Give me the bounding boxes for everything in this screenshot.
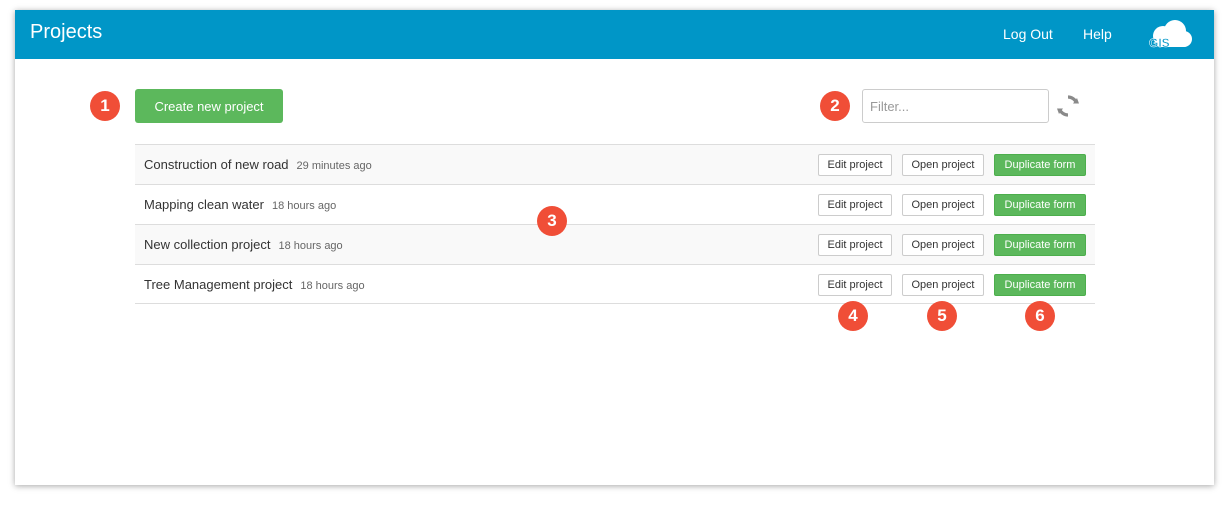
- duplicate-form-button[interactable]: Duplicate form: [994, 234, 1086, 256]
- open-project-button[interactable]: Open project: [902, 274, 984, 296]
- logout-link[interactable]: Log Out: [1003, 26, 1053, 42]
- open-project-button[interactable]: Open project: [902, 194, 984, 216]
- help-link[interactable]: Help: [1083, 26, 1112, 42]
- table-row[interactable]: Tree Management project 18 hours ago Edit…: [135, 264, 1095, 304]
- table-row[interactable]: Mapping clean water 18 hours ago Edit pro…: [135, 184, 1095, 224]
- duplicate-form-button[interactable]: Duplicate form: [994, 274, 1086, 296]
- table-row[interactable]: New collection project 18 hours ago Edit …: [135, 224, 1095, 264]
- project-timestamp: 18 hours ago: [300, 280, 365, 292]
- edit-project-button[interactable]: Edit project: [818, 154, 892, 176]
- table-row[interactable]: Construction of new road 29 minutes ago E…: [135, 144, 1095, 184]
- open-project-button[interactable]: Open project: [902, 154, 984, 176]
- filter-input[interactable]: [862, 89, 1049, 123]
- create-project-button[interactable]: Create new project: [135, 89, 283, 123]
- app-window: Projects Log Out Help GIS Create new pro…: [15, 10, 1214, 485]
- callout-badge-3: 3: [537, 206, 567, 236]
- callout-badge-6: 6: [1025, 301, 1055, 331]
- edit-project-button[interactable]: Edit project: [818, 234, 892, 256]
- project-name[interactable]: Mapping clean water: [144, 197, 264, 212]
- refresh-icon[interactable]: [1056, 94, 1080, 118]
- callout-badge-1: 1: [90, 91, 120, 121]
- project-name[interactable]: New collection project: [144, 237, 270, 252]
- project-timestamp: 18 hours ago: [278, 240, 343, 252]
- logo-text: GIS: [1149, 36, 1170, 50]
- open-project-button[interactable]: Open project: [902, 234, 984, 256]
- project-timestamp: 18 hours ago: [271, 200, 337, 212]
- edit-project-button[interactable]: Edit project: [818, 194, 892, 216]
- duplicate-form-button[interactable]: Duplicate form: [994, 154, 1086, 176]
- top-navbar: Projects Log Out Help GIS: [15, 10, 1214, 59]
- project-name[interactable]: Tree Management project: [144, 277, 292, 292]
- callout-badge-2: 2: [820, 91, 850, 121]
- callout-badge-5: 5: [927, 301, 957, 331]
- duplicate-form-button[interactable]: Duplicate form: [994, 194, 1086, 216]
- page-title: Projects: [30, 21, 103, 43]
- callout-badge-4: 4: [838, 301, 868, 331]
- cloud-logo-icon[interactable]: GIS: [1145, 18, 1193, 52]
- projects-table: Construction of new road 29 minutes ago E…: [135, 144, 1095, 304]
- edit-project-button[interactable]: Edit project: [818, 274, 892, 296]
- project-timestamp: 29 minutes ago: [296, 160, 372, 172]
- project-name[interactable]: Construction of new road: [144, 157, 289, 172]
